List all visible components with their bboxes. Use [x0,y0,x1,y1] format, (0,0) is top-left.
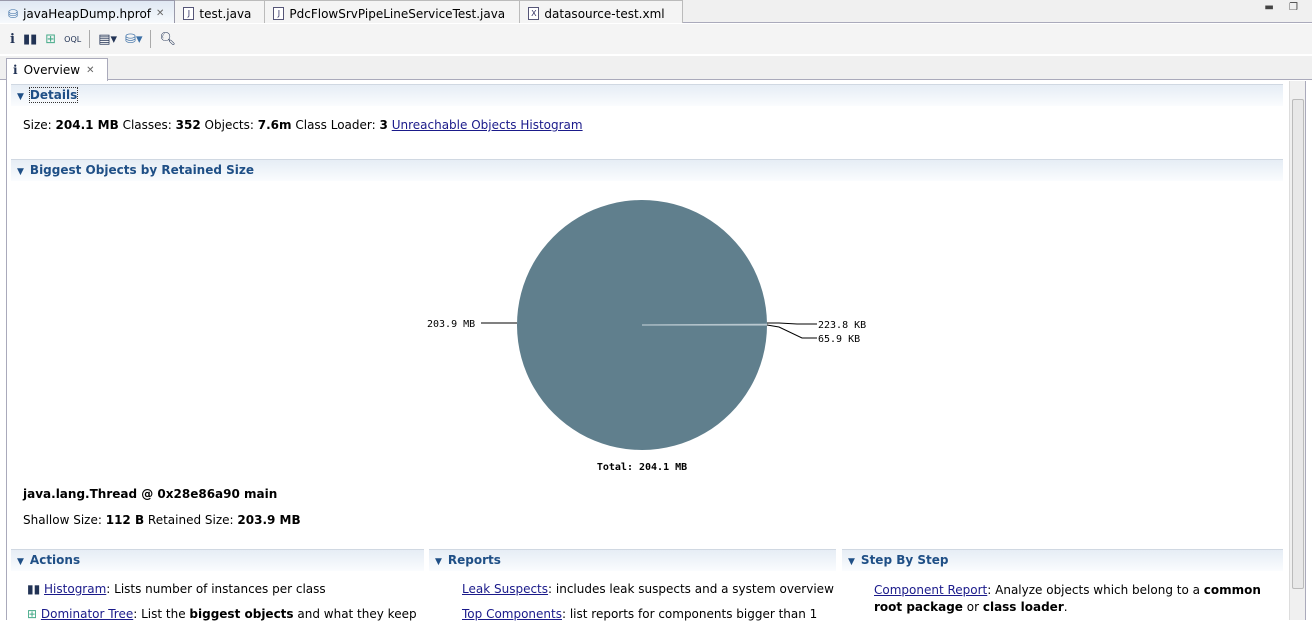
description: . [1064,600,1068,614]
section-title: Step By Step [861,553,949,567]
biggest-object-sizes: Shallow Size: 112 B Retained Size: 203.9… [23,513,301,527]
action-dominator-tree: ⊞ Dominator Tree: List the biggest objec… [27,607,417,621]
label: Shallow Size: [23,513,102,527]
dominator-tree-icon[interactable]: ⊞ [45,32,56,47]
label-leader [767,325,817,338]
slice-label: 203.9 MB [427,319,475,330]
description: or [963,600,983,614]
query-browser-icon[interactable]: ▤▾ [98,32,117,47]
separator [150,30,151,48]
section-title: Reports [448,553,501,567]
tab-test-java[interactable]: Jtest.java [175,0,265,23]
step-component-report: Component Report: Analyze objects which … [874,582,1274,616]
slice-label: 65.9 KB [818,334,860,345]
leak-suspects-link[interactable]: Leak Suspects [462,582,548,596]
tab-label: PdcFlowSrvPipeLineServiceTest.java [289,7,505,21]
report-leak-suspects: Leak Suspects: includes leak suspects an… [462,582,834,596]
overview-pane: ▼Details Size: 204.1 MB Classes: 352 Obj… [6,81,1306,620]
tab-label: Overview [24,63,81,77]
java-file-icon: J [273,7,284,20]
dominator-tree-link[interactable]: Dominator Tree [41,607,133,621]
tab-label: javaHeapDump.hprof [23,7,151,21]
heap-dump-actions-icon[interactable]: ⛁▾ [125,32,142,47]
description-bold: class loader [983,600,1064,614]
collapse-icon: ▼ [848,557,855,567]
description: : includes leak suspects and a system ov… [548,582,834,596]
histogram-icon: ▮▮ [27,582,44,596]
close-icon[interactable]: ✕ [86,65,94,76]
tab-label: test.java [199,7,251,21]
tab-overview[interactable]: i Overview ✕ [6,58,108,81]
description: : list reports for components bigger tha… [562,607,817,621]
scrollbar-thumb[interactable] [1292,99,1304,589]
biggest-object-name[interactable]: java.lang.Thread @ 0x28e86a90 main [23,487,277,501]
tab-pdcflow-test[interactable]: J PdcFlowSrvPipeLineServiceTest.java [265,0,520,23]
window-controls[interactable]: ▬ ❐ [1264,2,1304,13]
vertical-scrollbar[interactable] [1289,81,1305,620]
java-file-icon: J [183,7,194,20]
component-report-link[interactable]: Component Report [874,583,987,597]
histogram-icon[interactable]: ▮▮ [23,32,37,47]
tab-label: datasource-test.xml [544,7,664,21]
chart-title: Total: 204.1 MB [597,462,687,473]
separator [89,30,90,48]
report-top-components: Top Components: list reports for compone… [462,607,817,621]
retained-size: 203.9 MB [237,513,300,527]
shallow-size: 112 B [106,513,144,527]
top-components-link[interactable]: Top Components [462,607,562,621]
xml-file-icon: X [528,7,539,20]
toolbar: i ▮▮ ⊞ OQL ▤▾ ⛁▾ 🔍︎ [0,24,1312,54]
editor-tab-bar: ⛁ javaHeapDump.hprof ✕ Jtest.java J PdcFlow… [0,0,1312,23]
description: : Analyze objects which belong to a [987,583,1204,597]
label-leader [767,323,817,324]
action-histogram: ▮▮ Histogram: Lists number of instances … [27,582,326,596]
collapse-icon: ▼ [435,557,442,567]
label: Retained Size: [148,513,234,527]
close-icon[interactable]: ✕ [156,8,164,19]
actions-header[interactable]: ▼ Actions [11,549,424,571]
description: : List the [133,607,189,621]
tab-datasource-xml[interactable]: Xdatasource-test.xml [520,0,683,23]
retained-size-pie-chart: 203.9 MB 223.8 KB 65.9 KB Total: 204.1 M… [7,81,1287,481]
oql-icon[interactable]: OQL [64,35,81,44]
tab-heap-dump[interactable]: ⛁ javaHeapDump.hprof ✕ [0,0,175,23]
step-by-step-header[interactable]: ▼ Step By Step [842,549,1283,571]
info-icon: i [13,63,18,77]
heap-dump-icon: ⛁ [8,7,18,21]
description-bold: biggest objects [189,607,293,621]
section-title: Actions [30,553,80,567]
collapse-icon: ▼ [17,557,24,567]
description: : Lists number of instances per class [106,582,325,596]
description: and what they keep [294,607,417,621]
dominator-tree-icon: ⊞ [27,607,41,621]
subtab-bar: i Overview ✕ [0,56,1312,80]
slice-label: 223.8 KB [818,320,866,331]
search-icon[interactable]: 🔍︎ [159,32,176,47]
histogram-link[interactable]: Histogram [44,582,106,596]
reports-header[interactable]: ▼ Reports [429,549,836,571]
info-icon[interactable]: i [10,32,15,47]
